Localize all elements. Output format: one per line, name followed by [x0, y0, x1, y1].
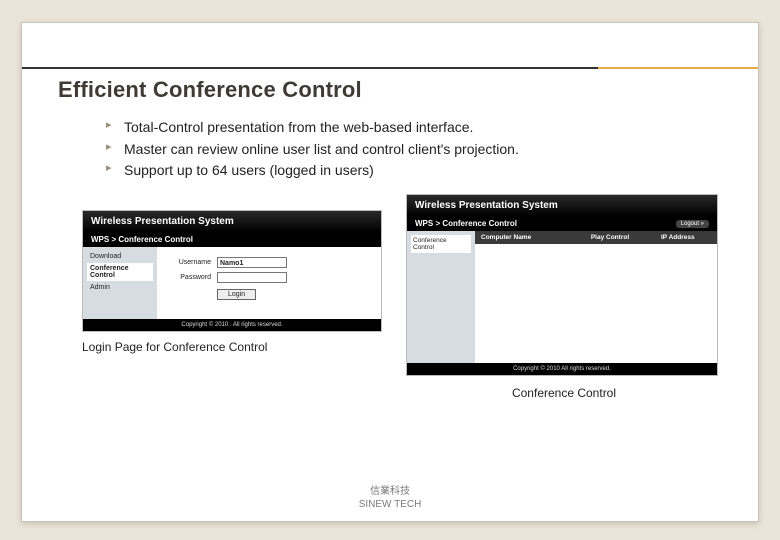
caption-login: Login Page for Conference Control	[82, 340, 382, 354]
brand-cn: 信業科技	[22, 486, 758, 499]
logout-button[interactable]: Logout »	[676, 220, 709, 228]
slide-frame: Efficient Conference Control Total-Contr…	[21, 22, 759, 522]
control-sidebar: Conference Control	[407, 231, 475, 363]
user-table: Computer Name Play Control IP Address	[475, 231, 717, 363]
bullet-list: Total-Control presentation from the web-…	[106, 117, 722, 182]
username-label: Username	[169, 259, 211, 266]
screenshot-control: Wireless Presentation System WPS > Confe…	[406, 194, 718, 376]
caption-control: Conference Control	[406, 386, 722, 400]
table-header: Computer Name Play Control IP Address	[475, 231, 717, 244]
breadcrumb: WPS > Conference Control	[83, 232, 381, 247]
login-sidebar: Download Conference Control Admin	[83, 247, 157, 319]
login-button[interactable]: Login	[217, 289, 256, 300]
brand-en: SINEW TECH	[22, 499, 758, 512]
bullet-item: Support up to 64 users (logged in users)	[106, 160, 722, 182]
breadcrumb-text: WPS > Conference Control	[415, 219, 517, 228]
breadcrumb: WPS > Conference Control Logout »	[407, 216, 717, 231]
screenshot-control-wrap: Wireless Presentation System WPS > Confe…	[406, 210, 722, 400]
wps-app-title: Wireless Presentation System	[83, 211, 381, 232]
sidebar-item-conference-control[interactable]: Conference Control	[411, 235, 471, 253]
login-footer: Copyright © 2010 . All rights reserved.	[83, 319, 381, 331]
password-label: Password	[169, 274, 211, 281]
control-footer: Copyright © 2010 All rights reserved.	[407, 363, 717, 375]
sidebar-item-download[interactable]: Download	[87, 251, 153, 262]
bullet-item: Master can review online user list and c…	[106, 139, 722, 161]
wps-app-title: Wireless Presentation System	[407, 195, 717, 216]
brand-footer: 信業科技 SINEW TECH	[22, 486, 758, 511]
bullet-item: Total-Control presentation from the web-…	[106, 117, 722, 139]
screenshot-login-wrap: Wireless Presentation System WPS > Confe…	[82, 210, 382, 354]
col-play-control: Play Control	[565, 231, 655, 244]
col-computer-name: Computer Name	[475, 231, 565, 244]
slide-title: Efficient Conference Control	[58, 77, 722, 103]
sidebar-item-conference-control[interactable]: Conference Control	[87, 263, 153, 281]
title-rule	[22, 67, 758, 69]
col-ip-address: IP Address	[655, 231, 717, 244]
sidebar-item-admin[interactable]: Admin	[87, 282, 153, 293]
screenshot-login: Wireless Presentation System WPS > Confe…	[82, 210, 382, 332]
login-form: Username Namo1 Password Login	[157, 247, 381, 319]
password-field[interactable]	[217, 272, 287, 283]
username-field[interactable]: Namo1	[217, 257, 287, 268]
